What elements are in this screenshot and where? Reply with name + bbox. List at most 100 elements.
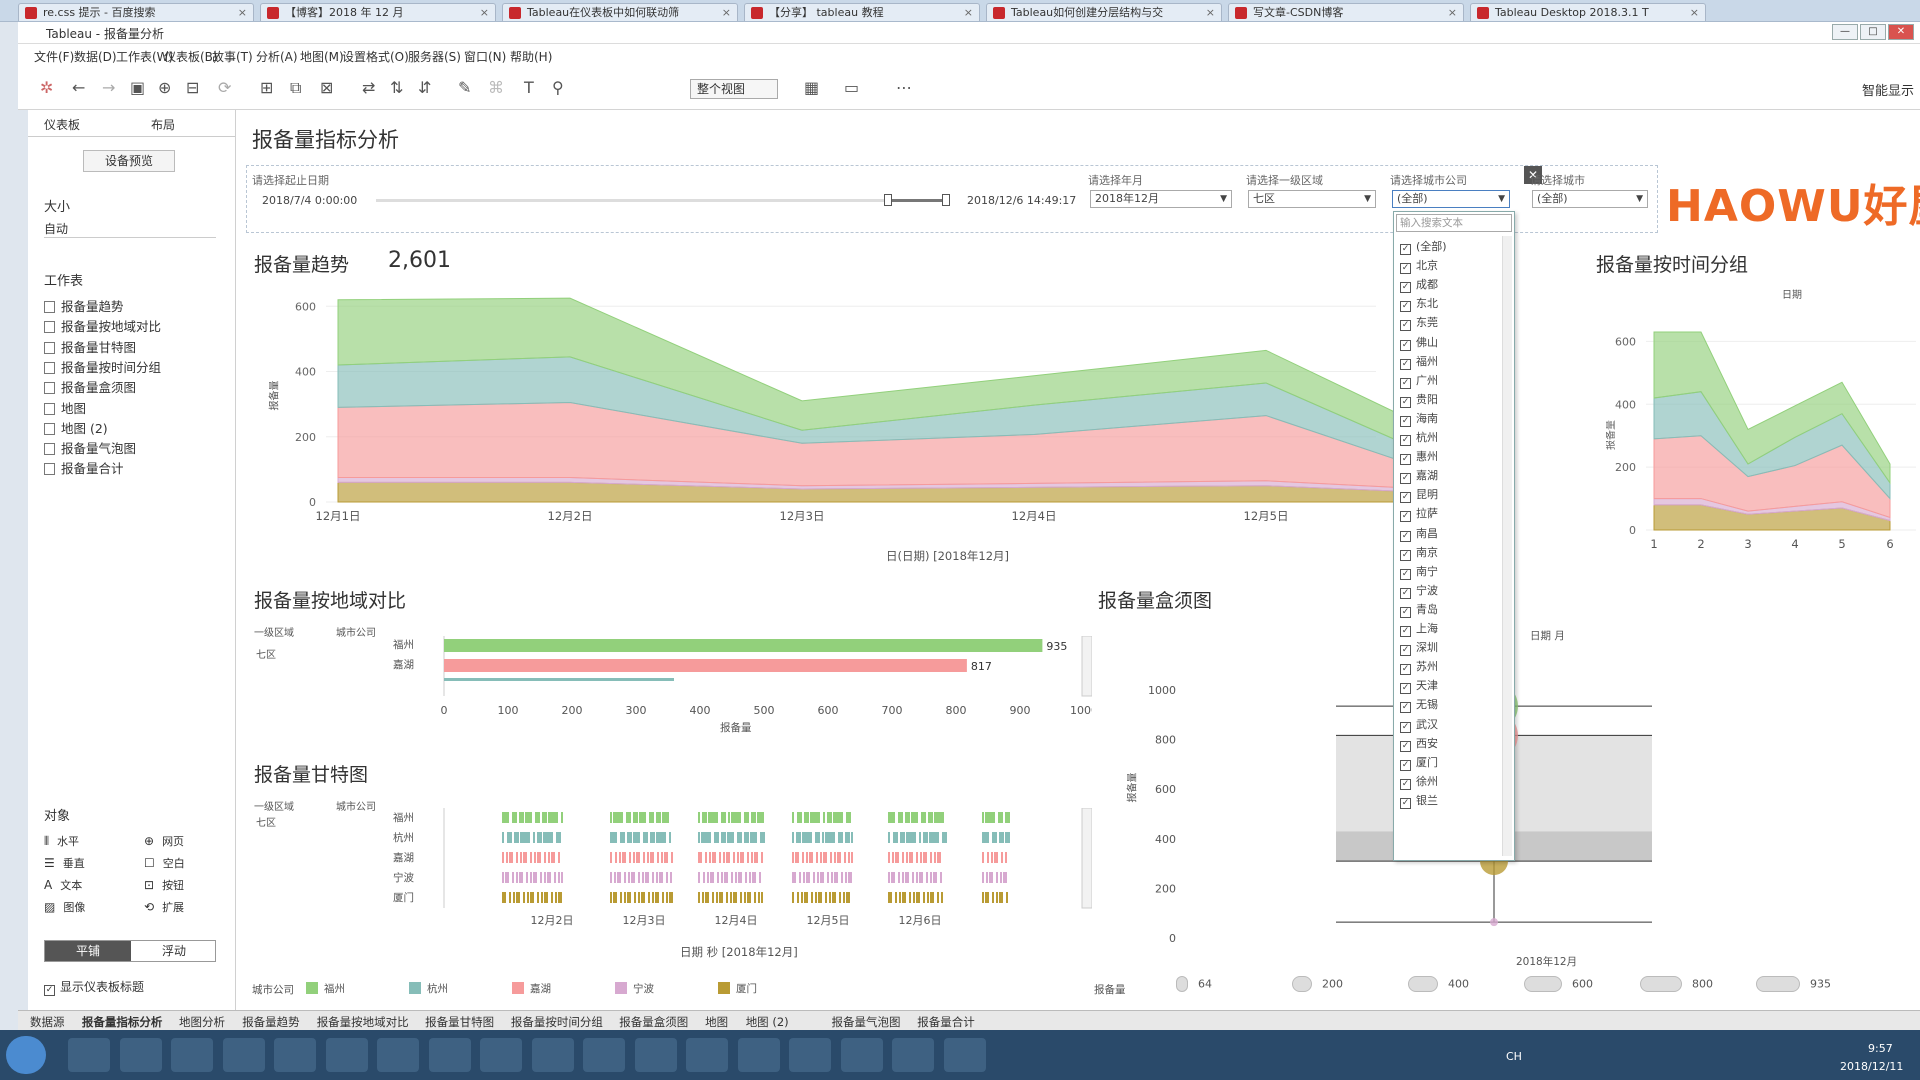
gantt-mark[interactable] xyxy=(619,852,621,863)
gantt-mark[interactable] xyxy=(902,872,904,883)
taskbar-app-icon[interactable] xyxy=(737,1038,780,1072)
gantt-mark[interactable] xyxy=(698,832,700,843)
gantt-mark[interactable] xyxy=(702,892,704,903)
gantt-mark[interactable] xyxy=(751,852,753,863)
gantt-mark[interactable] xyxy=(841,872,843,883)
gantt-mark[interactable] xyxy=(728,812,730,823)
city-item[interactable]: ✓ 东莞 xyxy=(1400,314,1438,332)
gantt-mark[interactable] xyxy=(919,832,921,843)
start-button[interactable] xyxy=(6,1036,46,1074)
gantt-mark[interactable] xyxy=(548,852,550,863)
gantt-mark[interactable] xyxy=(726,852,728,863)
gantt-mark[interactable] xyxy=(647,872,649,883)
gantt-mark[interactable] xyxy=(645,872,647,883)
gantt-mark[interactable] xyxy=(792,892,794,903)
gantt-mark[interactable] xyxy=(808,872,810,883)
gantt-mark[interactable] xyxy=(941,892,943,903)
menu-item[interactable]: 帮助(H) xyxy=(510,48,552,65)
city-item[interactable]: ✓ (全部) xyxy=(1400,238,1447,255)
legend-item[interactable]: 厦门 xyxy=(718,981,757,996)
gantt-mark[interactable] xyxy=(804,892,806,903)
gantt-mark[interactable] xyxy=(827,812,832,823)
gantt-mark[interactable] xyxy=(512,812,517,823)
gantt-mark[interactable] xyxy=(657,852,659,863)
gantt-mark[interactable] xyxy=(735,892,737,903)
gantt-mark[interactable] xyxy=(803,872,805,883)
gantt-mark[interactable] xyxy=(561,872,563,883)
gantt-mark[interactable] xyxy=(650,852,652,863)
sheet-tab[interactable]: 数据源 xyxy=(30,1014,65,1030)
checkbox-icon[interactable]: ✓ xyxy=(1400,339,1411,351)
gantt-mark[interactable] xyxy=(848,852,850,863)
pin-icon[interactable]: ⚲ xyxy=(552,78,564,98)
gantt-mark[interactable] xyxy=(662,892,664,903)
city-item[interactable]: ✓ 广州 xyxy=(1400,372,1438,389)
gantt-mark[interactable] xyxy=(937,892,939,903)
gantt-mark[interactable] xyxy=(544,872,546,883)
gantt-mark[interactable] xyxy=(526,872,528,883)
menu-item[interactable]: 分析(A) xyxy=(256,48,298,65)
gantt-mark[interactable] xyxy=(999,832,1004,843)
checkbox-icon[interactable]: ✓ xyxy=(1400,492,1411,504)
gantt-mark[interactable] xyxy=(610,852,612,863)
gantt-mark[interactable] xyxy=(636,852,638,863)
taskbar-app-icon[interactable] xyxy=(840,1038,883,1072)
object-item[interactable]: ⟲ 扩展 xyxy=(144,899,184,915)
bar[interactable] xyxy=(444,639,1043,652)
close-tab-icon[interactable]: × xyxy=(480,4,489,21)
gantt-mark[interactable] xyxy=(544,852,546,863)
city-dropdown[interactable]: (全部) ▼ xyxy=(1532,190,1648,208)
gantt-mark[interactable] xyxy=(535,872,537,883)
city-item[interactable]: ✓ 上海 xyxy=(1400,620,1438,637)
gantt-mark[interactable] xyxy=(716,892,718,903)
browser-tab[interactable]: re.css 提示 - 百度搜索 × xyxy=(18,3,254,21)
gantt-mark[interactable] xyxy=(822,872,824,883)
gantt-mark[interactable] xyxy=(837,852,839,863)
pause-update-icon[interactable]: ⊟ xyxy=(186,78,199,98)
gantt-mark[interactable] xyxy=(838,832,843,843)
close-tab-icon[interactable]: × xyxy=(1206,4,1215,21)
gantt-mark[interactable] xyxy=(530,812,532,823)
gantt-mark[interactable] xyxy=(650,832,655,843)
gantt-mark[interactable] xyxy=(929,832,934,843)
gantt-mark[interactable] xyxy=(984,832,989,843)
gantt-mark[interactable] xyxy=(520,832,525,843)
gantt-mark[interactable] xyxy=(797,812,802,823)
checkbox-icon[interactable]: ✓ xyxy=(1400,415,1411,427)
gantt-mark[interactable] xyxy=(996,872,998,883)
gantt-mark[interactable] xyxy=(890,892,892,903)
gantt-mark[interactable] xyxy=(804,812,809,823)
checkbox-icon[interactable]: ✓ xyxy=(1400,606,1411,618)
gantt-mark[interactable] xyxy=(664,852,666,863)
gantt-mark[interactable] xyxy=(792,872,794,883)
gantt-mark[interactable] xyxy=(717,872,719,883)
gantt-mark[interactable] xyxy=(759,812,764,823)
gantt-mark[interactable] xyxy=(511,852,513,863)
company-dropdown[interactable]: (全部) ▼ xyxy=(1392,190,1510,208)
gantt-mark[interactable] xyxy=(843,892,845,903)
gantt-mark[interactable] xyxy=(656,832,661,843)
gantt-mark[interactable] xyxy=(827,872,829,883)
gantt-mark[interactable] xyxy=(902,852,904,863)
sheet-tab[interactable]: 地图分析 xyxy=(179,1014,225,1030)
gantt-mark[interactable] xyxy=(533,872,535,883)
city-item[interactable]: ✓ 拉萨 xyxy=(1400,505,1438,523)
gantt-mark[interactable] xyxy=(502,832,504,843)
gantt-mark[interactable] xyxy=(520,852,522,863)
taskbar-app-icon[interactable] xyxy=(274,1038,316,1072)
sheet-item[interactable]: 地图 (2) xyxy=(44,418,108,436)
gantt-mark[interactable] xyxy=(744,812,749,823)
gantt-mark[interactable] xyxy=(904,892,906,903)
gantt-mark[interactable] xyxy=(816,852,818,863)
city-item[interactable]: ✓ 宁波 xyxy=(1400,582,1438,599)
gantt-mark[interactable] xyxy=(1003,872,1005,883)
gantt-mark[interactable] xyxy=(530,852,532,863)
gantt-mark[interactable] xyxy=(712,872,714,883)
gantt-mark[interactable] xyxy=(618,812,623,823)
gantt-mark[interactable] xyxy=(996,892,998,903)
gantt-mark[interactable] xyxy=(893,872,895,883)
gantt-mark[interactable] xyxy=(730,892,732,903)
gantt-mark[interactable] xyxy=(888,872,890,883)
object-item[interactable]: ▨ 图像 xyxy=(44,899,85,915)
taskbar-app-icon[interactable] xyxy=(480,1038,522,1072)
